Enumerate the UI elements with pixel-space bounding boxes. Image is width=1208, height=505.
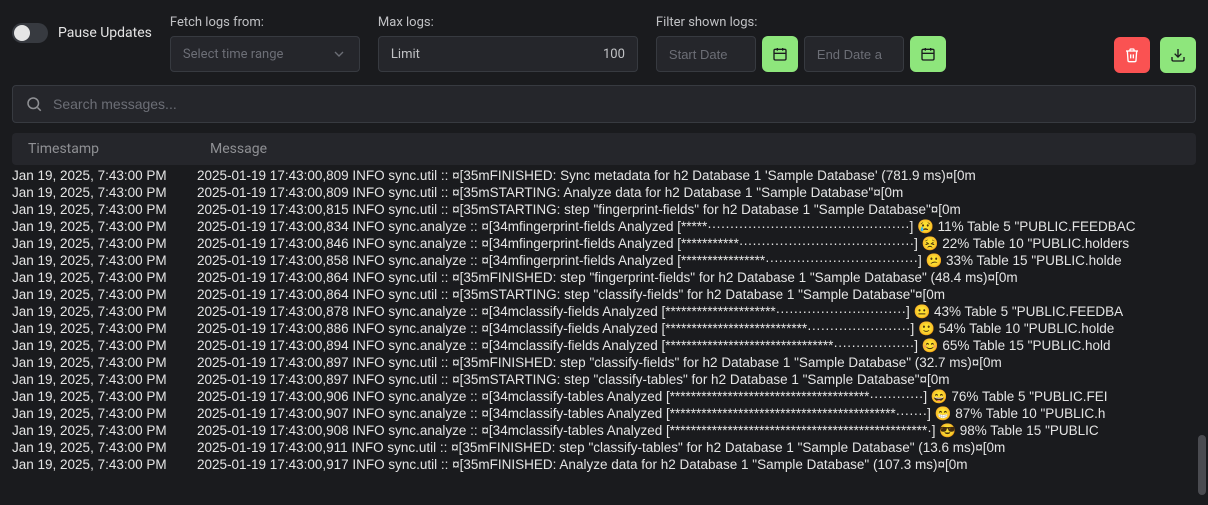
pause-toggle[interactable] <box>12 23 48 43</box>
toggle-knob <box>14 25 30 41</box>
filter-field: Filter shown logs: <box>656 15 946 72</box>
start-date-picker-button[interactable] <box>762 36 798 72</box>
date-row <box>656 36 946 72</box>
log-timestamp: Jan 19, 2025, 7:43:00 PM <box>12 218 197 235</box>
action-row <box>1114 37 1196 73</box>
log-timestamp: Jan 19, 2025, 7:43:00 PM <box>12 354 197 371</box>
search-icon <box>25 95 43 113</box>
log-row: Jan 19, 2025, 7:43:00 PM2025-01-19 17:43… <box>0 405 1208 422</box>
toolbar: Pause Updates Fetch logs from: Select ti… <box>0 0 1208 85</box>
log-message: 2025-01-19 17:43:00,907 INFO sync.analyz… <box>197 405 1196 422</box>
log-message: 2025-01-19 17:43:00,809 INFO sync.util :… <box>197 184 1196 201</box>
log-row: Jan 19, 2025, 7:43:00 PM2025-01-19 17:43… <box>0 286 1208 303</box>
calendar-icon <box>772 46 788 62</box>
log-timestamp: Jan 19, 2025, 7:43:00 PM <box>12 286 197 303</box>
log-timestamp: Jan 19, 2025, 7:43:00 PM <box>12 439 197 456</box>
chevron-down-icon <box>331 46 347 62</box>
log-row: Jan 19, 2025, 7:43:00 PM2025-01-19 17:43… <box>0 218 1208 235</box>
log-row: Jan 19, 2025, 7:43:00 PM2025-01-19 17:43… <box>0 252 1208 269</box>
limit-placeholder: Limit <box>391 47 420 62</box>
log-row: Jan 19, 2025, 7:43:00 PM2025-01-19 17:43… <box>0 184 1208 201</box>
log-message: 2025-01-19 17:43:00,906 INFO sync.analyz… <box>197 388 1196 405</box>
log-body: Jan 19, 2025, 7:43:00 PM2025-01-19 17:43… <box>0 165 1208 473</box>
log-message: 2025-01-19 17:43:00,917 INFO sync.util :… <box>197 456 1196 473</box>
log-row: Jan 19, 2025, 7:43:00 PM2025-01-19 17:43… <box>0 167 1208 184</box>
fetch-label: Fetch logs from: <box>170 15 360 30</box>
log-row: Jan 19, 2025, 7:43:00 PM2025-01-19 17:43… <box>0 439 1208 456</box>
download-icon <box>1170 47 1186 63</box>
pause-label: Pause Updates <box>58 25 152 41</box>
log-row: Jan 19, 2025, 7:43:00 PM2025-01-19 17:43… <box>0 456 1208 473</box>
download-button[interactable] <box>1160 37 1196 73</box>
log-timestamp: Jan 19, 2025, 7:43:00 PM <box>12 235 197 252</box>
log-timestamp: Jan 19, 2025, 7:43:00 PM <box>12 337 197 354</box>
time-range-select[interactable]: Select time range <box>170 36 360 72</box>
log-message: 2025-01-19 17:43:00,815 INFO sync.util :… <box>197 201 1196 218</box>
log-timestamp: Jan 19, 2025, 7:43:00 PM <box>12 167 197 184</box>
fetch-field: Fetch logs from: Select time range <box>170 15 360 72</box>
search-row <box>0 85 1208 133</box>
log-row: Jan 19, 2025, 7:43:00 PM2025-01-19 17:43… <box>0 269 1208 286</box>
log-timestamp: Jan 19, 2025, 7:43:00 PM <box>12 422 197 439</box>
log-message: 2025-01-19 17:43:00,886 INFO sync.analyz… <box>197 320 1196 337</box>
log-message: 2025-01-19 17:43:00,809 INFO sync.util :… <box>197 167 1196 184</box>
log-message: 2025-01-19 17:43:00,908 INFO sync.analyz… <box>197 422 1196 439</box>
log-row: Jan 19, 2025, 7:43:00 PM2025-01-19 17:43… <box>0 354 1208 371</box>
delete-button[interactable] <box>1114 37 1150 73</box>
log-message: 2025-01-19 17:43:00,894 INFO sync.analyz… <box>197 337 1196 354</box>
log-timestamp: Jan 19, 2025, 7:43:00 PM <box>12 456 197 473</box>
maxlogs-label: Max logs: <box>378 15 638 30</box>
log-row: Jan 19, 2025, 7:43:00 PM2025-01-19 17:43… <box>0 371 1208 388</box>
log-timestamp: Jan 19, 2025, 7:43:00 PM <box>12 303 197 320</box>
filter-label: Filter shown logs: <box>656 15 946 30</box>
log-message: 2025-01-19 17:43:00,864 INFO sync.util :… <box>197 269 1196 286</box>
trash-icon <box>1124 47 1140 63</box>
end-date-picker-button[interactable] <box>910 36 946 72</box>
log-message: 2025-01-19 17:43:00,897 INFO sync.util :… <box>197 371 1196 388</box>
search-input[interactable] <box>53 96 1183 112</box>
calendar-icon <box>920 46 936 62</box>
pause-toggle-group: Pause Updates <box>12 23 152 43</box>
start-date-input[interactable] <box>656 36 756 72</box>
log-message: 2025-01-19 17:43:00,864 INFO sync.util :… <box>197 286 1196 303</box>
limit-value: 100 <box>603 47 625 62</box>
log-row: Jan 19, 2025, 7:43:00 PM2025-01-19 17:43… <box>0 303 1208 320</box>
log-message: 2025-01-19 17:43:00,858 INFO sync.analyz… <box>197 252 1196 269</box>
log-message: 2025-01-19 17:43:00,834 INFO sync.analyz… <box>197 218 1196 235</box>
scrollbar[interactable] <box>1198 435 1206 495</box>
log-row: Jan 19, 2025, 7:43:00 PM2025-01-19 17:43… <box>0 422 1208 439</box>
max-logs-input[interactable]: Limit 100 <box>378 36 638 72</box>
log-row: Jan 19, 2025, 7:43:00 PM2025-01-19 17:43… <box>0 201 1208 218</box>
select-placeholder: Select time range <box>183 47 283 62</box>
end-date-input[interactable] <box>804 36 904 72</box>
log-timestamp: Jan 19, 2025, 7:43:00 PM <box>12 405 197 422</box>
log-row: Jan 19, 2025, 7:43:00 PM2025-01-19 17:43… <box>0 337 1208 354</box>
log-timestamp: Jan 19, 2025, 7:43:00 PM <box>12 388 197 405</box>
log-timestamp: Jan 19, 2025, 7:43:00 PM <box>12 252 197 269</box>
maxlogs-field: Max logs: Limit 100 <box>378 15 638 72</box>
log-timestamp: Jan 19, 2025, 7:43:00 PM <box>12 201 197 218</box>
log-timestamp: Jan 19, 2025, 7:43:00 PM <box>12 320 197 337</box>
log-timestamp: Jan 19, 2025, 7:43:00 PM <box>12 269 197 286</box>
column-message: Message <box>210 141 1180 157</box>
log-message: 2025-01-19 17:43:00,878 INFO sync.analyz… <box>197 303 1196 320</box>
log-row: Jan 19, 2025, 7:43:00 PM2025-01-19 17:43… <box>0 388 1208 405</box>
search-box <box>12 85 1196 123</box>
log-message: 2025-01-19 17:43:00,846 INFO sync.analyz… <box>197 235 1196 252</box>
log-timestamp: Jan 19, 2025, 7:43:00 PM <box>12 184 197 201</box>
log-message: 2025-01-19 17:43:00,897 INFO sync.util :… <box>197 354 1196 371</box>
log-row: Jan 19, 2025, 7:43:00 PM2025-01-19 17:43… <box>0 320 1208 337</box>
log-row: Jan 19, 2025, 7:43:00 PM2025-01-19 17:43… <box>0 235 1208 252</box>
log-message: 2025-01-19 17:43:00,911 INFO sync.util :… <box>197 439 1196 456</box>
column-timestamp: Timestamp <box>28 141 210 157</box>
table-header: Timestamp Message <box>12 133 1196 165</box>
log-timestamp: Jan 19, 2025, 7:43:00 PM <box>12 371 197 388</box>
